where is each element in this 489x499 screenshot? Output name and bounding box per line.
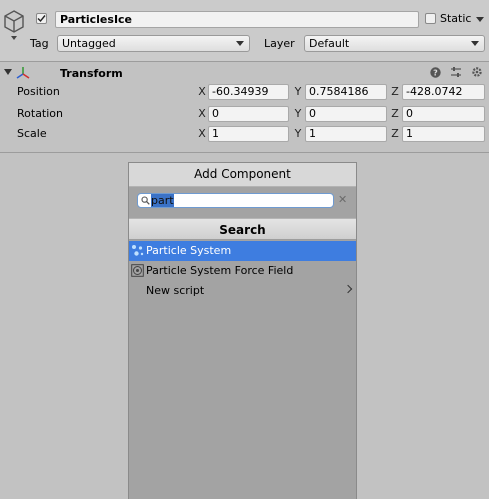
clear-search-icon[interactable]: ✕ [338,193,347,207]
transform-axes-icon [16,67,30,79]
search-query-text: part [151,194,174,207]
static-checkbox[interactable] [425,13,436,24]
position-x-field[interactable]: -60.34939 [208,84,289,100]
svg-text:?: ? [433,69,438,78]
position-z-axis[interactable]: Z [390,84,400,100]
gameobject-cube-icon[interactable] [2,9,26,41]
object-name-field[interactable]: ParticlesIce [55,11,419,28]
position-z-field[interactable]: -428.0742 [402,84,485,100]
result-new-script[interactable]: New script [129,281,356,301]
scale-y-field[interactable]: 1 [305,126,387,142]
position-y-axis[interactable]: Y [293,84,303,100]
scale-z-field[interactable]: 1 [402,126,485,142]
transform-title: Transform [60,67,123,80]
preset-sliders-icon[interactable] [450,66,462,78]
scale-y-axis[interactable]: Y [293,126,303,142]
force-field-icon [131,264,144,277]
add-component-popup: Add Component part ✕ Search Particle Sys… [128,162,357,499]
static-dropdown-arrow-icon[interactable] [476,17,484,22]
rotation-z-field[interactable]: 0 [402,106,485,122]
component-search-input[interactable]: part [137,193,334,208]
result-particle-system-force-field[interactable]: Particle System Force Field [129,261,356,281]
rotation-y-field[interactable]: 0 [305,106,387,122]
position-x-axis[interactable]: X [197,84,207,100]
component-divider [0,152,489,153]
transform-fold-icon[interactable] [4,69,12,75]
chevron-down-icon [236,41,244,46]
checkmark-icon [37,15,46,23]
search-results-header: Search [129,218,356,240]
layer-value: Default [309,37,350,50]
rotation-y-axis[interactable]: Y [293,106,303,122]
scale-x-field[interactable]: 1 [208,126,289,142]
result-label: Particle System Force Field [146,264,294,277]
result-particle-system[interactable]: Particle System [129,241,356,261]
tag-dropdown[interactable]: Untagged [57,35,250,52]
result-label: Particle System [146,244,232,257]
help-icon[interactable]: ? [430,67,441,78]
rotation-z-axis[interactable]: Z [390,106,400,122]
result-label: New script [146,284,205,297]
scale-label: Scale [17,127,47,140]
search-icon [141,196,150,205]
scale-z-axis[interactable]: Z [390,126,400,142]
chevron-right-icon [343,284,353,294]
rotation-x-field[interactable]: 0 [208,106,289,122]
layer-label: Layer [264,37,295,50]
rotation-label: Rotation [17,107,64,120]
tag-label: Tag [30,37,49,50]
chevron-down-icon [471,41,479,46]
particle-system-icon [132,245,144,256]
scale-x-axis[interactable]: X [197,126,207,142]
active-checkbox[interactable] [36,13,47,24]
gear-icon[interactable] [471,66,483,78]
tag-value: Untagged [62,37,116,50]
rotation-x-axis[interactable]: X [197,106,207,122]
static-label: Static [440,12,472,25]
layer-dropdown[interactable]: Default [304,35,485,52]
inspector-header: ParticlesIce Static Tag Untagged Layer D… [0,0,489,62]
position-label: Position [17,85,60,98]
position-y-field[interactable]: 0.7584186 [305,84,387,100]
add-component-title: Add Component [129,163,356,187]
